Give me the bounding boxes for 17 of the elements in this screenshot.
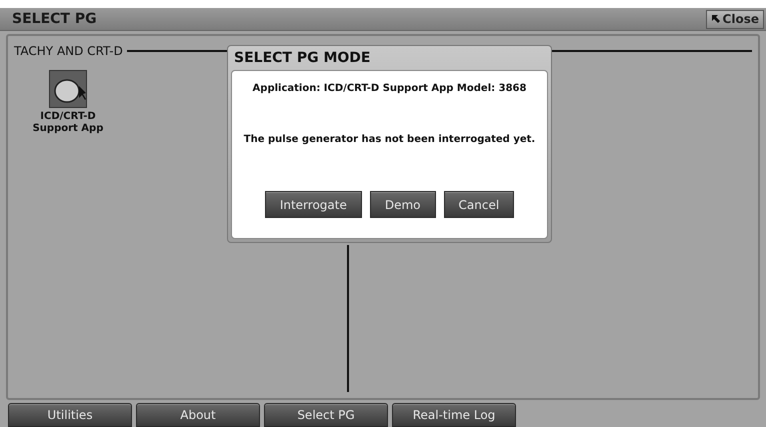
window-title: SELECT PG: [12, 10, 97, 28]
nav-tab[interactable]: Utilities: [8, 403, 132, 427]
group-title: TACHY AND CRT-D: [14, 43, 123, 60]
arrow-icon: [710, 14, 721, 24]
nav-tab[interactable]: Select PG: [264, 403, 388, 427]
app-launcher[interactable]: ICD/CRT-D Support App: [28, 70, 108, 135]
application-text: Application: ICD/CRT-D Support App Model: 3868: [252, 82, 526, 96]
close-button[interactable]: Close: [706, 10, 764, 28]
dialog-button[interactable]: Demo: [370, 191, 436, 218]
nav-tab[interactable]: About: [136, 403, 260, 427]
app-label: ICD/CRT-D Support App: [32, 111, 104, 135]
dialog-title: SELECT PG MODE: [233, 49, 372, 67]
device-icon: [49, 70, 87, 108]
dialog-button[interactable]: Cancel: [444, 191, 514, 218]
message-text: The pulse generator has not been interrogated yet.: [244, 133, 536, 147]
nav-tab[interactable]: Real-time Log: [392, 403, 516, 427]
dialog-button[interactable]: Interrogate: [264, 191, 362, 218]
